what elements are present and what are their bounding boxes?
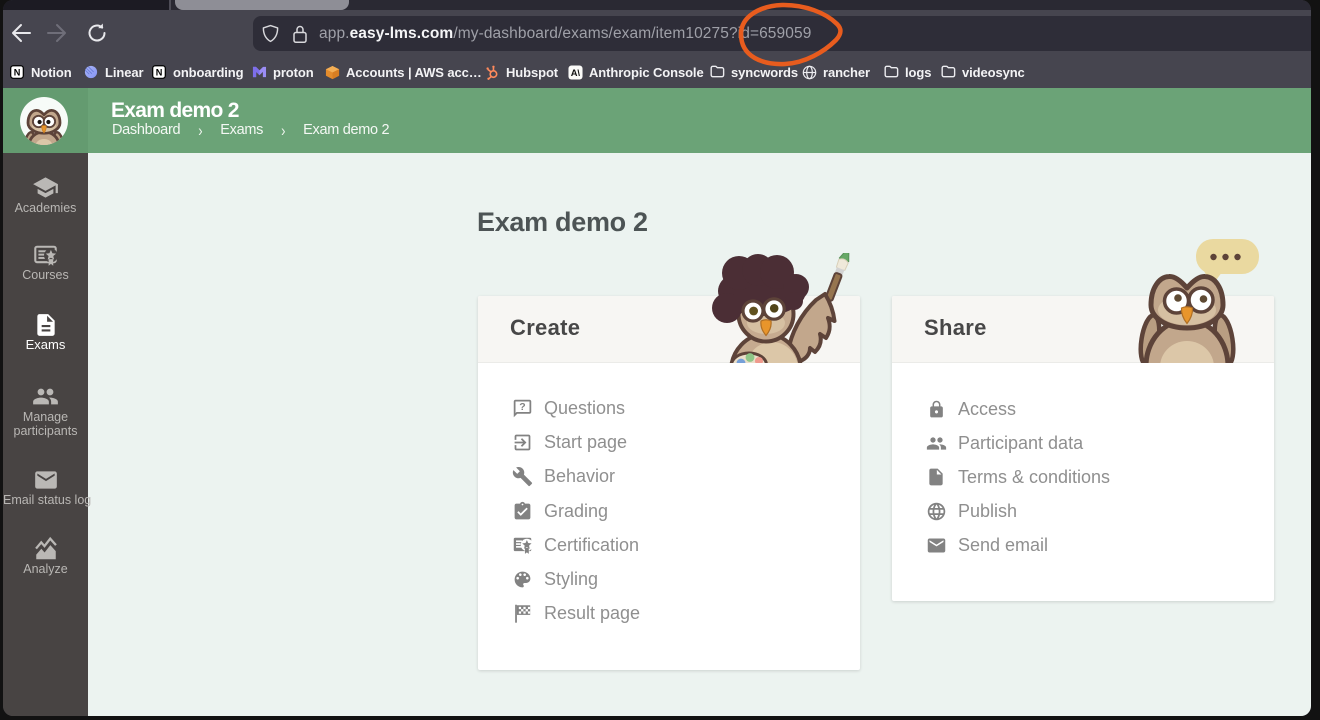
svg-text:N: N (156, 68, 163, 78)
svg-text:N: N (14, 68, 21, 78)
svg-text:?: ? (519, 400, 525, 412)
svg-text:A\: A\ (571, 68, 581, 78)
